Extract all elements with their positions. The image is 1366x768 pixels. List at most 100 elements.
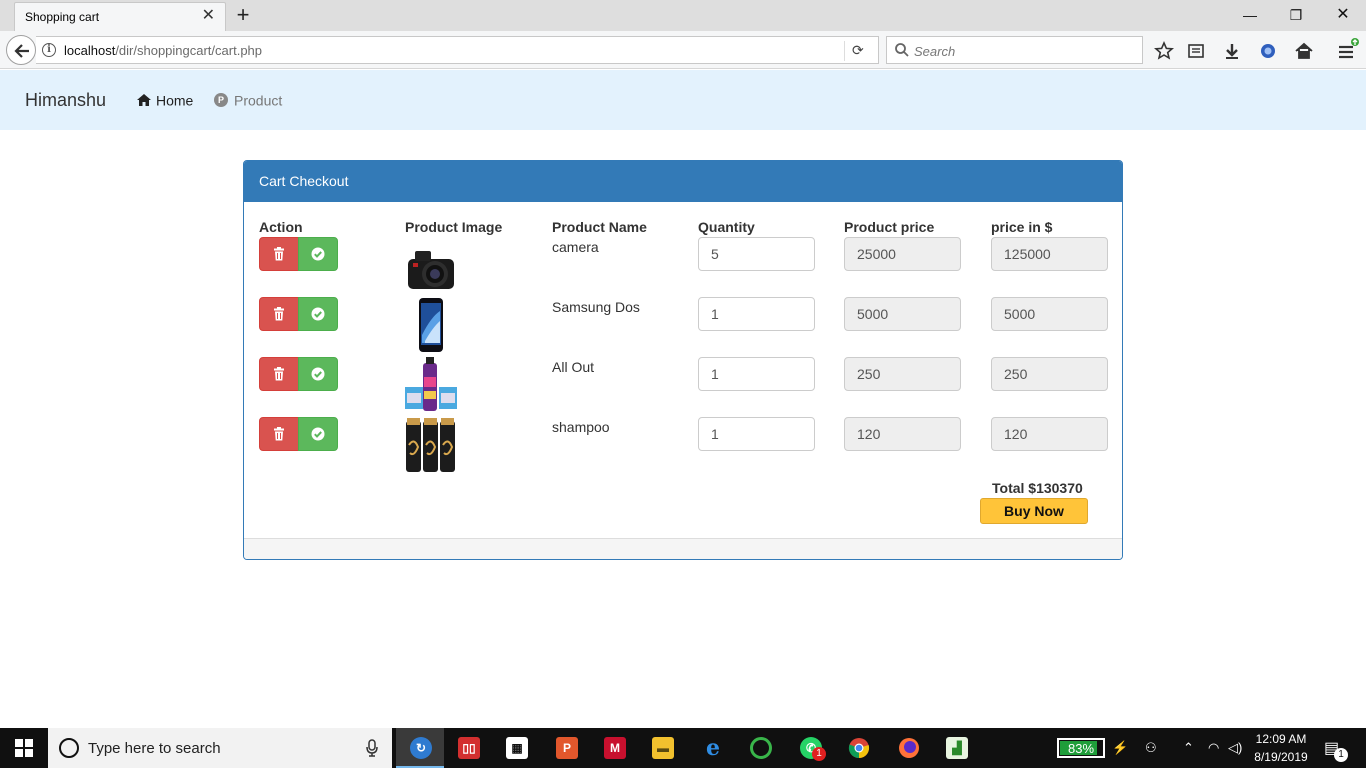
- battery-percent: 83%: [1067, 741, 1095, 756]
- update-item-button[interactable]: [298, 417, 338, 451]
- taskbar-app-refresh[interactable]: [736, 728, 784, 768]
- trash-icon: [274, 367, 284, 381]
- quantity-input[interactable]: [698, 357, 815, 391]
- browser-tab[interactable]: Shopping cart ✕: [14, 2, 226, 31]
- menu-icon[interactable]: [1336, 37, 1360, 61]
- update-item-button[interactable]: [298, 297, 338, 331]
- window-close-icon[interactable]: ✕: [1331, 5, 1355, 25]
- start-button[interactable]: [0, 728, 48, 768]
- trash-icon: [274, 427, 284, 441]
- column-header-quantity: Quantity: [698, 219, 755, 235]
- panel-heading: Cart Checkout: [244, 161, 1122, 202]
- new-tab-icon[interactable]: +: [232, 3, 254, 27]
- taskbar: Type here to search ↻ ▯▯ ▦ P M ▬ e ✆ 1 ▟…: [0, 728, 1366, 768]
- remove-item-button[interactable]: [259, 357, 299, 391]
- taskbar-app-whatsapp[interactable]: ✆ 1: [786, 728, 834, 768]
- taskbar-app-office[interactable]: P: [542, 728, 590, 768]
- chevron-up-icon[interactable]: ⌃: [1183, 740, 1194, 756]
- battery-indicator[interactable]: 83%: [1057, 738, 1105, 758]
- taskbar-app-explorer[interactable]: ▬: [638, 728, 686, 768]
- quantity-input[interactable]: [698, 237, 815, 271]
- back-button[interactable]: [6, 35, 36, 65]
- taskbar-app-reader[interactable]: ▯▯: [444, 728, 492, 768]
- column-header-image: Product Image: [405, 219, 503, 235]
- taskbar-app-teamviewer[interactable]: ↻: [396, 728, 444, 768]
- search-field[interactable]: Search: [886, 36, 1143, 64]
- reload-icon[interactable]: ⟳: [852, 42, 864, 59]
- taskbar-app-store[interactable]: ▦: [492, 728, 540, 768]
- people-icon[interactable]: ⚇: [1145, 740, 1157, 756]
- remove-item-button[interactable]: [259, 417, 299, 451]
- taskbar-app-firefox[interactable]: [884, 728, 932, 768]
- product-name: shampoo: [552, 419, 610, 435]
- cortana-icon: [59, 738, 79, 758]
- column-header-action: Action: [259, 219, 303, 235]
- column-header-line-total: price in $: [991, 219, 1053, 235]
- restore-icon[interactable]: ❐: [1284, 5, 1308, 25]
- volume-icon[interactable]: ◁): [1228, 740, 1242, 756]
- browser-toolbar: i localhost/dir/shoppingcart/cart.php ⟳ …: [0, 31, 1366, 69]
- clock-time[interactable]: 12:09 AM: [1248, 732, 1314, 746]
- wifi-icon[interactable]: ◠: [1208, 740, 1219, 756]
- taskbar-app-edge[interactable]: e: [688, 728, 736, 768]
- cart-total: Total $130370: [992, 480, 1083, 496]
- buy-now-button[interactable]: Buy Now: [980, 498, 1088, 524]
- url-text: localhost/dir/shoppingcart/cart.php: [64, 43, 263, 58]
- minimize-icon[interactable]: —: [1238, 5, 1262, 25]
- tab-title: Shopping cart: [25, 10, 100, 24]
- line-total-field: [991, 237, 1108, 271]
- phone-image: [419, 298, 443, 352]
- product-name: Samsung Dos: [552, 299, 640, 315]
- chart-app-icon: ▟: [946, 737, 968, 759]
- quantity-input[interactable]: [698, 297, 815, 331]
- bookmark-star-icon[interactable]: [1154, 41, 1174, 61]
- quantity-input[interactable]: [698, 417, 815, 451]
- clock-date[interactable]: 8/19/2019: [1248, 750, 1314, 764]
- back-arrow-icon: [14, 44, 29, 58]
- remove-item-button[interactable]: [259, 297, 299, 331]
- taskbar-app-monitor[interactable]: ▟: [932, 728, 980, 768]
- nav-home-link[interactable]: Home: [136, 91, 193, 108]
- line-total-field: [991, 297, 1108, 331]
- nav-product-link[interactable]: P Product: [214, 91, 282, 108]
- brand-logo[interactable]: Himanshu: [25, 90, 106, 111]
- browser-tab-strip: Shopping cart ✕ + — ❐ ✕: [0, 0, 1366, 31]
- app-icon: ↻: [410, 737, 432, 759]
- taskbar-search-box[interactable]: Type here to search: [48, 728, 392, 768]
- chrome-icon: [848, 738, 870, 759]
- folder-icon: ▬: [652, 737, 674, 759]
- line-total-field: [991, 417, 1108, 451]
- extension-icon[interactable]: [1258, 41, 1278, 61]
- spray-image: [405, 357, 457, 411]
- edge-icon: e: [706, 735, 720, 761]
- remove-item-button[interactable]: [259, 237, 299, 271]
- price-field: [844, 417, 961, 451]
- price-field: [844, 357, 961, 391]
- price-field: [844, 297, 961, 331]
- taskbar-app-chrome[interactable]: [834, 728, 882, 768]
- circle-app-icon: [750, 737, 772, 759]
- product-icon: P: [214, 93, 228, 108]
- address-bar[interactable]: i localhost/dir/shoppingcart/cart.php ⟳: [36, 36, 879, 64]
- column-header-price: Product price: [844, 219, 935, 235]
- store-icon: ▦: [506, 737, 528, 759]
- trash-icon: [274, 247, 284, 261]
- search-icon: [895, 43, 909, 57]
- home-icon[interactable]: [1294, 41, 1314, 61]
- cart-row: All Out: [244, 357, 1122, 417]
- update-item-button[interactable]: [298, 357, 338, 391]
- tab-close-icon[interactable]: ✕: [202, 8, 215, 24]
- download-icon[interactable]: [1222, 41, 1242, 61]
- panel-footer: [244, 538, 1122, 559]
- site-info-icon[interactable]: i: [42, 43, 56, 57]
- taskbar-app-mcafee[interactable]: M: [590, 728, 638, 768]
- cart-row: camera: [244, 237, 1122, 297]
- microphone-icon[interactable]: [366, 739, 378, 757]
- firefox-icon: [899, 738, 919, 758]
- book-icon: ▯▯: [458, 737, 480, 759]
- reading-list-icon[interactable]: [1186, 41, 1206, 61]
- power-plug-icon[interactable]: ⚡: [1112, 740, 1128, 756]
- home-icon: [137, 94, 151, 107]
- update-item-button[interactable]: [298, 237, 338, 271]
- site-navbar: Himanshu Home P Product: [0, 70, 1366, 130]
